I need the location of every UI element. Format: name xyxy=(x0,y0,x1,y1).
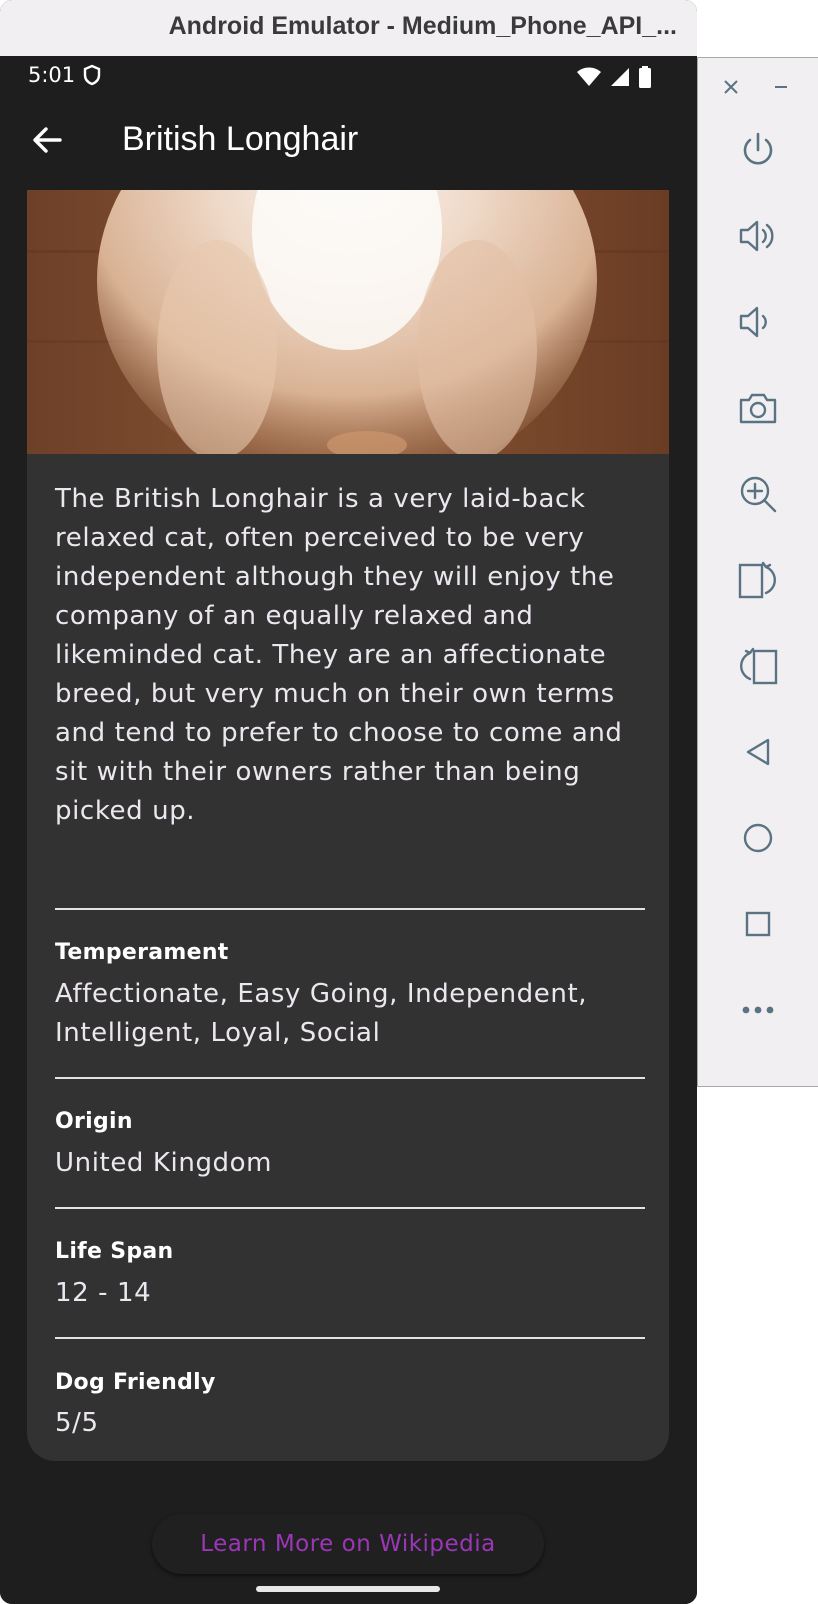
battery-icon xyxy=(639,66,651,88)
dog-friendly-label: Dog Friendly xyxy=(55,1370,216,1395)
divider xyxy=(55,1337,645,1339)
rotate-right-button[interactable] xyxy=(727,635,789,697)
divider xyxy=(55,1077,645,1079)
divider xyxy=(55,1207,645,1209)
more-button[interactable] xyxy=(727,979,789,1041)
arrow-back-icon xyxy=(33,127,62,153)
shield-icon xyxy=(83,64,101,86)
close-button[interactable] xyxy=(716,72,746,102)
overview-square-icon xyxy=(745,911,771,937)
breed-description: The British Longhair is a very laid-back… xyxy=(55,484,623,826)
rotate-left-icon xyxy=(738,561,776,599)
status-bar: 5:01 xyxy=(0,56,697,96)
emulator-side-toolbar xyxy=(697,57,818,1087)
volume-up-button[interactable] xyxy=(727,205,789,267)
power-button[interactable] xyxy=(727,119,789,181)
more-icon xyxy=(742,1006,774,1014)
breed-image xyxy=(27,190,669,454)
gesture-navigation-bar[interactable] xyxy=(256,1586,440,1592)
minimize-button[interactable] xyxy=(766,72,796,102)
volume-down-icon xyxy=(739,306,767,338)
wikipedia-button[interactable]: Learn More on Wikipedia xyxy=(152,1514,544,1574)
overview-button[interactable] xyxy=(727,893,789,955)
zoom-button[interactable] xyxy=(727,463,789,525)
phone-screen: 5:01 British Longhair The British Longha… xyxy=(0,56,697,1604)
temperament-label: Temperament xyxy=(55,940,229,965)
status-icons xyxy=(576,66,652,88)
minimize-icon xyxy=(775,86,787,88)
zoom-icon xyxy=(740,476,777,513)
divider xyxy=(55,908,645,910)
screenshot-button[interactable] xyxy=(727,377,789,439)
temperament-value: Affectionate, Easy Going, Independent, I… xyxy=(55,979,588,1048)
close-icon xyxy=(724,80,738,94)
status-time: 5:01 xyxy=(28,63,76,87)
life-span-value: 12 - 14 xyxy=(55,1278,152,1308)
rotate-right-icon xyxy=(740,647,778,685)
home-circle-icon xyxy=(743,823,773,853)
emulator-title-bar[interactable]: Android Emulator - Medium_Phone_API_... xyxy=(0,0,697,57)
life-span-label: Life Span xyxy=(55,1239,174,1264)
back-button[interactable] xyxy=(727,721,789,783)
power-icon xyxy=(743,132,773,165)
rotate-left-button[interactable] xyxy=(727,549,789,611)
origin-label: Origin xyxy=(55,1109,133,1134)
emulator-window: Android Emulator - Medium_Phone_API_... … xyxy=(0,0,697,1604)
home-button[interactable] xyxy=(727,807,789,869)
back-triangle-icon xyxy=(746,738,770,766)
wifi-icon xyxy=(577,67,601,86)
signal-icon xyxy=(611,68,629,86)
volume-up-icon xyxy=(739,220,774,252)
dog-friendly-value: 5/5 xyxy=(55,1408,99,1438)
emulator-title: Android Emulator - Medium_Phone_API_... xyxy=(168,12,677,40)
camera-icon xyxy=(739,393,777,424)
back-button[interactable] xyxy=(26,118,70,162)
volume-down-button[interactable] xyxy=(727,291,789,353)
wikipedia-button-label: Learn More on Wikipedia xyxy=(200,1531,496,1557)
breed-details-card: The British Longhair is a very laid-back… xyxy=(27,190,669,1461)
origin-value: United Kingdom xyxy=(55,1148,273,1178)
page-title: British Longhair xyxy=(122,120,359,158)
